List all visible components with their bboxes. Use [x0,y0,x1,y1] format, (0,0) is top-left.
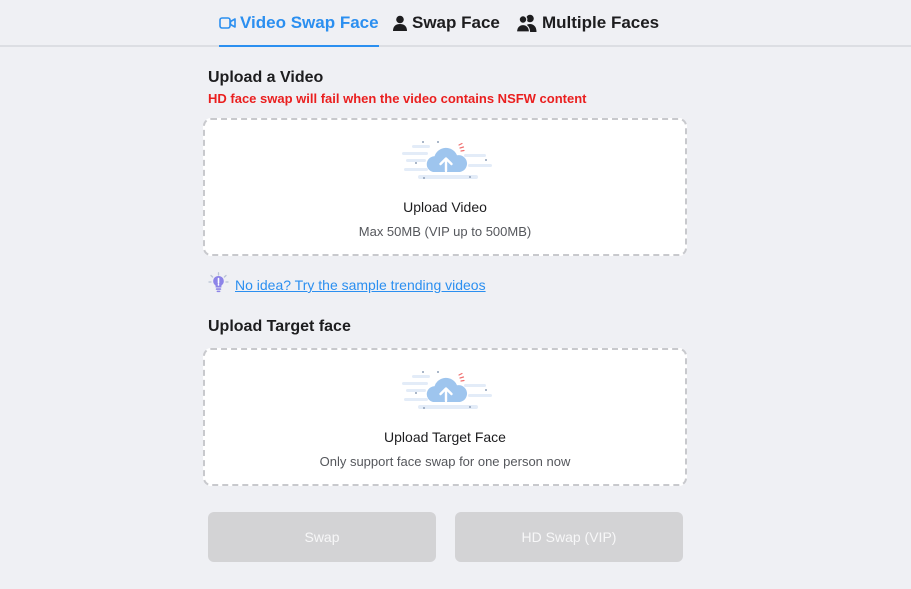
video-camera-icon [219,16,236,30]
lightbulb-icon [208,272,229,298]
people-icon [516,14,538,32]
person-icon [392,15,408,31]
swap-button[interactable]: Swap [208,512,436,562]
video-upload-dropzone[interactable]: Upload Video Max 50MB (VIP up to 500MB) [203,118,687,256]
nsfw-warning: HD face swap will fail when the video co… [208,91,587,106]
tab-swap-face[interactable]: Swap Face [392,0,500,45]
sample-videos-link[interactable]: No idea? Try the sample trending videos [235,277,486,293]
tab-label: Video Swap Face [240,12,379,32]
face-upload-dropzone[interactable]: Upload Target Face Only support face swa… [203,348,687,486]
upload-video-hint: Max 50MB (VIP up to 500MB) [358,224,532,239]
tab-label: Swap Face [412,12,500,32]
upload-face-heading: Upload Target face [208,318,351,335]
tab-label: Multiple Faces [542,12,660,32]
tab-multiple-faces[interactable]: Multiple Faces [516,0,659,45]
upload-face-hint: Only support face swap for one person no… [319,454,571,469]
upload-video-label: Upload Video [403,199,487,215]
sample-videos-row: No idea? Try the sample trending videos [208,272,486,298]
tab-video-swap-face[interactable]: Video Swap Face [219,0,379,47]
upload-video-heading: Upload a Video [208,69,324,86]
cloud-upload-icon [402,140,492,181]
cloud-upload-icon [402,370,492,411]
hd-swap-button[interactable]: HD Swap (VIP) [455,512,683,562]
tab-bar: Video Swap Face Swap Face Multiple Faces [0,0,911,47]
upload-face-label: Upload Target Face [384,429,506,445]
